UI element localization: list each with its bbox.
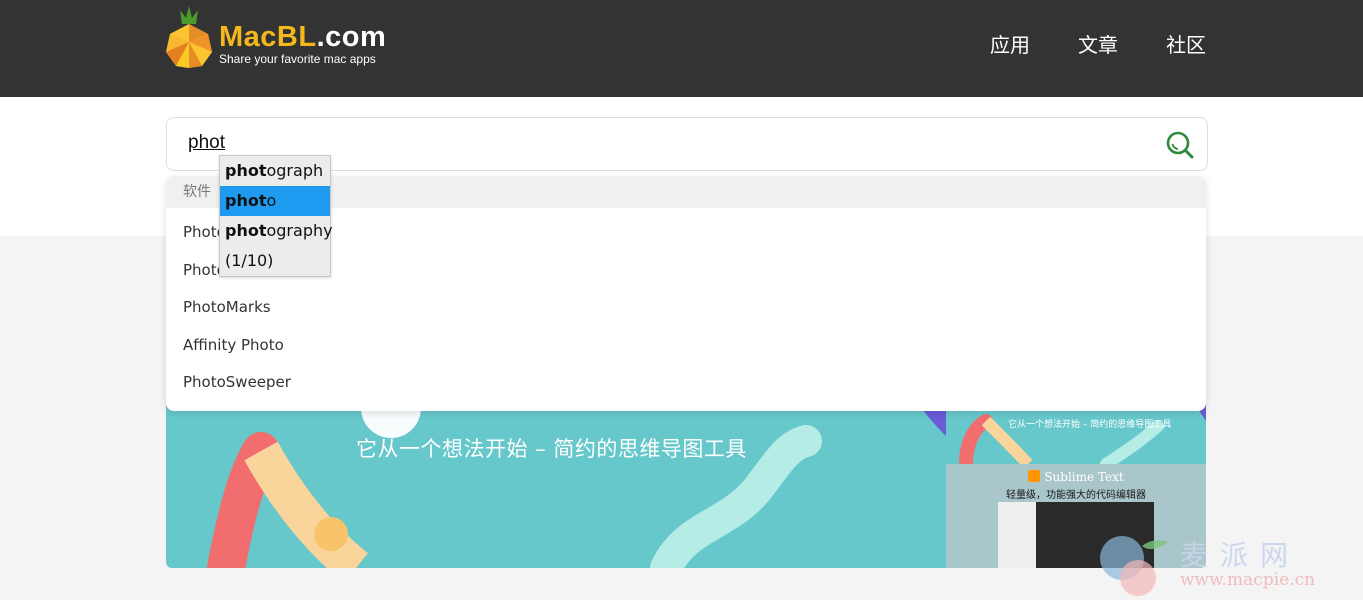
result-item[interactable]: PhotoMarks: [166, 289, 1206, 327]
suggestion-rest: o: [266, 191, 277, 210]
suggestion-match: phot: [225, 161, 267, 180]
promo-title-text: Sublime Text: [1044, 470, 1124, 484]
search-input[interactable]: phot: [188, 131, 225, 155]
suggestion-rest: ography: [266, 221, 333, 240]
watermark: 麦派网 www.macpie.cn: [1098, 532, 1338, 598]
editor-sidebar: [998, 502, 1036, 568]
nav-community[interactable]: 社区: [1166, 33, 1206, 57]
suggestion-rest: ograph: [266, 161, 324, 180]
logo-text-main: MacBL: [219, 21, 317, 53]
side-banner-tagline: 它从一个想法开始 – 简约的思维导图工具: [1008, 420, 1172, 430]
logo-text: MacBL.com: [219, 21, 386, 53]
suggestion-match: phot: [225, 191, 267, 210]
watermark-url: www.macpie.cn: [1180, 570, 1316, 590]
nav-articles[interactable]: 文章: [1078, 33, 1118, 57]
logo-text-domain: .com: [316, 21, 387, 53]
site-logo[interactable]: MacBL.com Share your favorite mac apps: [166, 6, 396, 70]
search-icon[interactable]: [1165, 130, 1195, 160]
suggestion-item[interactable]: photography: [220, 216, 333, 246]
result-item[interactable]: Affinity Photo: [166, 327, 1206, 365]
autocomplete-popup: photograph photo photography (1/10): [219, 155, 333, 277]
suggestion-match: phot: [225, 221, 267, 240]
banner-tagline: 它从一个想法开始 – 简约的思维导图工具: [356, 437, 747, 461]
nav-apps[interactable]: 应用: [990, 33, 1030, 57]
site-header: MacBL.com Share your favorite mac apps 应…: [0, 0, 1363, 97]
pineapple-logo-icon: [166, 6, 212, 68]
suggestion-item[interactable]: photograph: [220, 156, 330, 186]
result-item[interactable]: PhotoSweeper: [166, 364, 1206, 402]
suggestion-item-selected[interactable]: photo: [220, 186, 330, 216]
logo-tagline: Share your favorite mac apps: [219, 52, 376, 66]
sublime-icon: [1028, 470, 1041, 482]
promo-title: Sublime Text: [946, 470, 1206, 484]
promo-subtitle: 轻量级，功能强大的代码编辑器: [1006, 490, 1146, 501]
macpie-logo-icon: [1100, 536, 1168, 596]
main-nav: 应用 文章 社区: [990, 33, 1206, 57]
suggestion-count: (1/10): [225, 251, 274, 270]
watermark-text: 麦派网: [1180, 539, 1301, 572]
